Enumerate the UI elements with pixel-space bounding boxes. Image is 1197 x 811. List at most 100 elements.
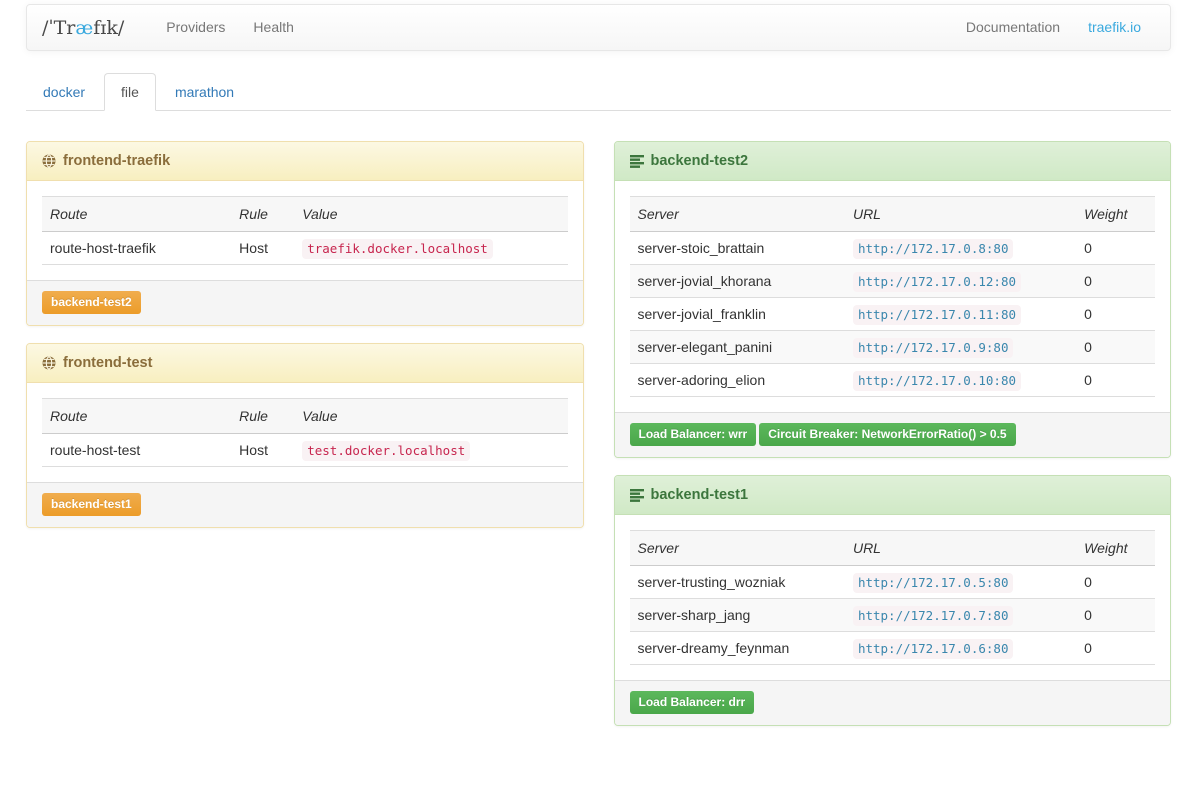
backend-panel-footer: Load Balancer: wrrCircuit Breaker: Netwo… — [615, 412, 1171, 457]
brand-text-ae: æ — [75, 17, 93, 39]
backend-panel-footer: Load Balancer: drr — [615, 680, 1171, 725]
nav-item-providers[interactable]: Providers — [152, 5, 239, 50]
route-name-cell: route-host-test — [42, 434, 231, 467]
server-name-cell: server-adoring_elion — [630, 364, 845, 397]
server-url-code: http://172.17.0.6:80 — [853, 639, 1014, 659]
tab-marathon[interactable]: marathon — [158, 73, 251, 111]
servers-header-server: Server — [630, 197, 845, 232]
page-container: /ˈTræfɪk/ Providers Health Documentation… — [0, 4, 1197, 763]
rule-value-code: traefik.docker.localhost — [302, 239, 493, 259]
backend-panel-title: backend-test1 — [651, 487, 749, 503]
server-url-cell: http://172.17.0.11:80 — [845, 298, 1076, 331]
server-weight-cell: 0 — [1076, 232, 1155, 265]
servers-header-server: Server — [630, 531, 845, 566]
server-weight-cell: 0 — [1076, 331, 1155, 364]
server-url-code: http://172.17.0.9:80 — [853, 338, 1014, 358]
server-weight-cell: 0 — [1076, 599, 1155, 632]
routes-header-route: Route — [42, 399, 231, 434]
routes-header-value: Value — [294, 197, 567, 232]
rule-type-cell: Host — [231, 232, 294, 265]
rule-value-code: test.docker.localhost — [302, 441, 470, 461]
servers-header-weight: Weight — [1076, 531, 1155, 566]
navbar-left-links: Providers Health — [152, 5, 308, 50]
backend-panel-body: Server URL Weight server-trusting_woznia… — [615, 515, 1171, 680]
server-url-cell: http://172.17.0.6:80 — [845, 632, 1076, 665]
backend-config-badge: Load Balancer: wrr — [630, 423, 757, 446]
server-weight-cell: 0 — [1076, 566, 1155, 599]
navbar: /ˈTræfɪk/ Providers Health Documentation… — [26, 4, 1171, 51]
backend-panel: backend-test1 Server URL Weight server-t… — [614, 475, 1172, 726]
frontends-column: frontend-traefik Route Rule Value route-… — [26, 141, 584, 545]
backend-panel-title: backend-test2 — [651, 153, 749, 169]
backend-config-badge: Circuit Breaker: NetworkErrorRatio() > 0… — [759, 423, 1015, 446]
routes-table: Route Rule Value route-host-traefik Host… — [42, 196, 568, 265]
nav-item-health[interactable]: Health — [239, 5, 307, 50]
routes-header-value: Value — [294, 399, 567, 434]
backends-column: backend-test2 Server URL Weight server-s… — [614, 141, 1172, 743]
frontend-panel: frontend-test Route Rule Value route-hos… — [26, 343, 584, 528]
frontend-panel: frontend-traefik Route Rule Value route-… — [26, 141, 584, 326]
server-name-cell: server-elegant_panini — [630, 331, 845, 364]
server-name-cell: server-sharp_jang — [630, 599, 845, 632]
server-name-cell: server-jovial_khorana — [630, 265, 845, 298]
server-table-row: server-sharp_jang http://172.17.0.7:80 0 — [630, 599, 1156, 632]
server-table-row: server-jovial_franklin http://172.17.0.1… — [630, 298, 1156, 331]
routes-header-rule: Rule — [231, 197, 294, 232]
brand-text-post: fɪk/ — [93, 17, 124, 39]
server-url-code: http://172.17.0.8:80 — [853, 239, 1014, 259]
provider-tabs: docker file marathon — [26, 73, 1171, 111]
nav-item-traefik-io[interactable]: traefik.io — [1074, 5, 1155, 50]
rule-type-cell: Host — [231, 434, 294, 467]
tasks-icon — [630, 489, 644, 502]
servers-header-url: URL — [845, 197, 1076, 232]
backend-panel-body: Server URL Weight server-stoic_brattain … — [615, 181, 1171, 412]
server-table-row: server-jovial_khorana http://172.17.0.12… — [630, 265, 1156, 298]
server-url-cell: http://172.17.0.10:80 — [845, 364, 1076, 397]
servers-table-header-row: Server URL Weight — [630, 531, 1156, 566]
routes-table-header-row: Route Rule Value — [42, 399, 568, 434]
server-url-cell: http://172.17.0.12:80 — [845, 265, 1076, 298]
server-url-cell: http://172.17.0.7:80 — [845, 599, 1076, 632]
server-url-code: http://172.17.0.11:80 — [853, 305, 1021, 325]
tasks-icon — [630, 155, 644, 168]
routes-header-rule: Rule — [231, 399, 294, 434]
server-url-code: http://172.17.0.7:80 — [853, 606, 1014, 626]
frontend-panel-title: frontend-traefik — [63, 153, 170, 169]
backend-panel: backend-test2 Server URL Weight server-s… — [614, 141, 1172, 458]
server-url-cell: http://172.17.0.9:80 — [845, 331, 1076, 364]
server-table-row: server-trusting_wozniak http://172.17.0.… — [630, 566, 1156, 599]
server-table-row: server-adoring_elion http://172.17.0.10:… — [630, 364, 1156, 397]
server-url-cell: http://172.17.0.8:80 — [845, 232, 1076, 265]
routes-table: Route Rule Value route-host-test Host te… — [42, 398, 568, 467]
backend-panel-header: backend-test2 — [615, 142, 1171, 181]
server-name-cell: server-stoic_brattain — [630, 232, 845, 265]
server-url-code: http://172.17.0.10:80 — [853, 371, 1021, 391]
backend-ref-badge: backend-test1 — [42, 493, 141, 516]
frontend-panel-footer: backend-test2 — [27, 280, 583, 325]
frontend-panel-header: frontend-traefik — [27, 142, 583, 181]
servers-header-url: URL — [845, 531, 1076, 566]
servers-table-header-row: Server URL Weight — [630, 197, 1156, 232]
servers-header-weight: Weight — [1076, 197, 1155, 232]
route-table-row: route-host-traefik Host traefik.docker.l… — [42, 232, 568, 265]
frontend-panel-title: frontend-test — [63, 355, 152, 371]
server-weight-cell: 0 — [1076, 298, 1155, 331]
frontend-panel-body: Route Rule Value route-host-traefik Host… — [27, 181, 583, 280]
rule-value-cell: test.docker.localhost — [294, 434, 567, 467]
server-name-cell: server-trusting_wozniak — [630, 566, 845, 599]
server-name-cell: server-jovial_franklin — [630, 298, 845, 331]
globe-icon — [42, 356, 56, 370]
backend-panel-header: backend-test1 — [615, 476, 1171, 515]
servers-table: Server URL Weight server-stoic_brattain … — [630, 196, 1156, 397]
server-url-code: http://172.17.0.5:80 — [853, 573, 1014, 593]
backend-ref-badge: backend-test2 — [42, 291, 141, 314]
rule-value-cell: traefik.docker.localhost — [294, 232, 567, 265]
traefik-logo[interactable]: /ˈTræfɪk/ — [42, 17, 124, 39]
tab-docker[interactable]: docker — [26, 73, 102, 111]
server-weight-cell: 0 — [1076, 632, 1155, 665]
nav-item-documentation[interactable]: Documentation — [952, 5, 1074, 50]
tab-file[interactable]: file — [104, 73, 156, 111]
backend-config-badge: Load Balancer: drr — [630, 691, 755, 714]
server-url-code: http://172.17.0.12:80 — [853, 272, 1021, 292]
route-table-row: route-host-test Host test.docker.localho… — [42, 434, 568, 467]
